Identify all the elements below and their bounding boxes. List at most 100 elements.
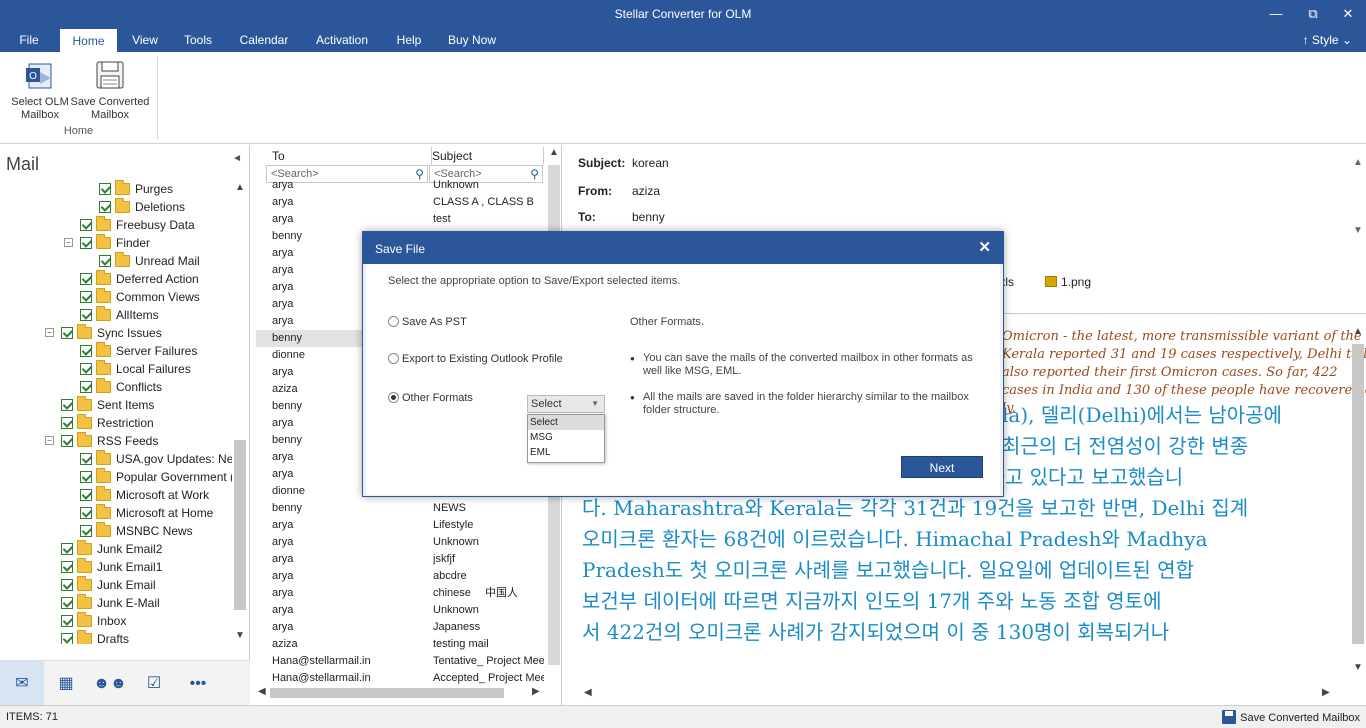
folder-tree-item[interactable]: Deferred Action xyxy=(0,270,232,288)
scroll-right-icon[interactable]: ▶ xyxy=(1322,687,1330,698)
folder-tree-item[interactable]: Inbox xyxy=(0,612,232,630)
format-option-select[interactable]: Select xyxy=(528,415,604,430)
folder-tree-item[interactable]: Sent Items xyxy=(0,396,232,414)
select-olm-mailbox-button[interactable]: O Select OLM Mailbox xyxy=(0,56,80,122)
folder-tree-item[interactable]: Restriction xyxy=(0,414,232,432)
body-hscrollbar[interactable]: ◀ ▶ xyxy=(582,686,1350,702)
message-row[interactable]: arya CLASS A , CLASS B xyxy=(256,194,544,211)
folder-checkbox[interactable] xyxy=(80,363,92,375)
scroll-down-icon[interactable]: ▼ xyxy=(1353,662,1363,673)
style-menu[interactable]: ↑ Style ⌄ xyxy=(1303,28,1352,52)
message-row[interactable]: arya abcdre xyxy=(256,568,544,585)
message-row[interactable]: arya Unknown xyxy=(256,534,544,551)
folder-checkbox[interactable] xyxy=(80,471,92,483)
folder-tree-item[interactable]: Microsoft at Home xyxy=(0,504,232,522)
close-button[interactable]: ✕ xyxy=(1334,4,1362,24)
radio-other-formats[interactable]: Other Formats xyxy=(388,392,473,404)
message-row[interactable]: Hana@stellarmail.in Accepted_ Project Mee… xyxy=(256,670,544,685)
folder-checkbox[interactable] xyxy=(80,309,92,321)
calendar-icon[interactable]: ▦ xyxy=(44,661,88,706)
message-row[interactable]: arya Unknown xyxy=(256,177,544,194)
folder-checkbox[interactable] xyxy=(80,525,92,537)
format-select[interactable]: Select ▼ xyxy=(527,395,605,413)
folder-tree-item[interactable]: Purges xyxy=(0,180,232,198)
folder-checkbox[interactable] xyxy=(80,381,92,393)
folder-tree-item[interactable]: Unread Mail xyxy=(0,252,232,270)
tab-activation[interactable]: Activation xyxy=(307,28,377,52)
folder-tree-item[interactable]: Junk Email2 xyxy=(0,540,232,558)
folder-tree-item[interactable]: − RSS Feeds xyxy=(0,432,232,450)
message-row[interactable]: arya chinese 中国人 xyxy=(256,585,544,602)
message-row[interactable]: arya jskfjf xyxy=(256,551,544,568)
folder-checkbox[interactable] xyxy=(80,273,92,285)
folder-tree-item[interactable]: Deletions xyxy=(0,198,232,216)
tab-calendar[interactable]: Calendar xyxy=(232,28,296,52)
tasks-icon[interactable]: ☑ xyxy=(132,661,176,706)
dialog-close-button[interactable]: ✕ xyxy=(978,238,991,256)
folder-checkbox[interactable] xyxy=(61,417,73,429)
folder-checkbox[interactable] xyxy=(61,579,73,591)
maximize-button[interactable]: ⧉ xyxy=(1299,4,1327,24)
folder-checkbox[interactable] xyxy=(61,561,73,573)
scroll-up-icon[interactable]: ▲ xyxy=(235,182,245,193)
scroll-right-icon[interactable]: ▶ xyxy=(532,686,540,697)
body-scrollbar[interactable]: ▲ ▼ xyxy=(1350,324,1366,676)
more-icon[interactable]: ••• xyxy=(176,661,220,706)
tab-buy-now[interactable]: Buy Now xyxy=(441,28,503,52)
status-save-button[interactable]: Save Converted Mailbox xyxy=(1222,710,1360,724)
scroll-thumb[interactable] xyxy=(270,688,504,698)
message-row[interactable]: benny NEWS xyxy=(256,500,544,517)
message-row[interactable]: aziza testing mail xyxy=(256,636,544,653)
folder-checkbox[interactable] xyxy=(61,327,73,339)
collapse-pane-icon[interactable]: ◄ xyxy=(232,153,242,164)
minimize-button[interactable]: — xyxy=(1262,4,1290,24)
folder-tree-scrollbar[interactable]: ▲ ▼ xyxy=(232,180,248,644)
scroll-thumb[interactable] xyxy=(234,440,246,610)
scroll-up-icon[interactable]: ▲ xyxy=(1353,157,1363,168)
expand-collapse-icon[interactable]: − xyxy=(45,436,54,445)
contacts-icon[interactable]: ☻☻ xyxy=(88,661,132,706)
folder-checkbox[interactable] xyxy=(61,543,73,555)
folder-checkbox[interactable] xyxy=(61,633,73,644)
next-button[interactable]: Next xyxy=(901,456,983,478)
folder-checkbox[interactable] xyxy=(99,201,111,213)
save-converted-mailbox-button[interactable]: Save Converted Mailbox xyxy=(70,56,150,122)
message-row[interactable]: arya Lifestyle xyxy=(256,517,544,534)
folder-tree-item[interactable]: AllItems xyxy=(0,306,232,324)
message-row[interactable]: Hana@stellarmail.in Tentative_ Project Me… xyxy=(256,653,544,670)
scroll-down-icon[interactable]: ▼ xyxy=(1353,225,1363,236)
folder-checkbox[interactable] xyxy=(61,399,73,411)
folder-checkbox[interactable] xyxy=(80,345,92,357)
radio-export-outlook-profile[interactable]: Export to Existing Outlook Profile xyxy=(388,353,563,365)
header-scrollbar[interactable]: ▲ ▼ xyxy=(1350,155,1366,239)
folder-checkbox[interactable] xyxy=(61,435,73,447)
scroll-thumb[interactable] xyxy=(1352,344,1364,644)
tab-tools[interactable]: Tools xyxy=(176,28,220,52)
folder-checkbox[interactable] xyxy=(80,237,92,249)
folder-checkbox[interactable] xyxy=(80,453,92,465)
radio-circle[interactable] xyxy=(388,353,399,364)
message-row[interactable]: arya Unknown xyxy=(256,602,544,619)
scroll-left-icon[interactable]: ◀ xyxy=(258,686,266,697)
radio-circle[interactable] xyxy=(388,316,399,327)
scroll-down-icon[interactable]: ▼ xyxy=(235,630,245,641)
message-row[interactable]: arya Japaness xyxy=(256,619,544,636)
expand-collapse-icon[interactable]: − xyxy=(64,238,73,247)
format-option-eml[interactable]: EML xyxy=(528,445,604,460)
folder-checkbox[interactable] xyxy=(80,489,92,501)
folder-tree-item[interactable]: Junk Email xyxy=(0,576,232,594)
message-list-hscrollbar[interactable]: ◀ ▶ xyxy=(256,685,546,701)
folder-tree-item[interactable]: − Sync Issues xyxy=(0,324,232,342)
message-row[interactable]: arya test xyxy=(256,211,544,228)
folder-tree-item[interactable]: Freebusy Data xyxy=(0,216,232,234)
tab-view[interactable]: View xyxy=(124,28,166,52)
attachment-png[interactable]: 1.png xyxy=(1045,275,1091,289)
scroll-up-icon[interactable]: ▲ xyxy=(1353,326,1363,337)
folder-tree-item[interactable]: Local Failures xyxy=(0,360,232,378)
folder-checkbox[interactable] xyxy=(99,183,111,195)
folder-tree-item[interactable]: Common Views xyxy=(0,288,232,306)
folder-tree-item[interactable]: Drafts xyxy=(0,630,232,644)
folder-tree-item[interactable]: Junk Email1 xyxy=(0,558,232,576)
folder-checkbox[interactable] xyxy=(80,507,92,519)
radio-save-as-pst[interactable]: Save As PST xyxy=(388,316,467,328)
